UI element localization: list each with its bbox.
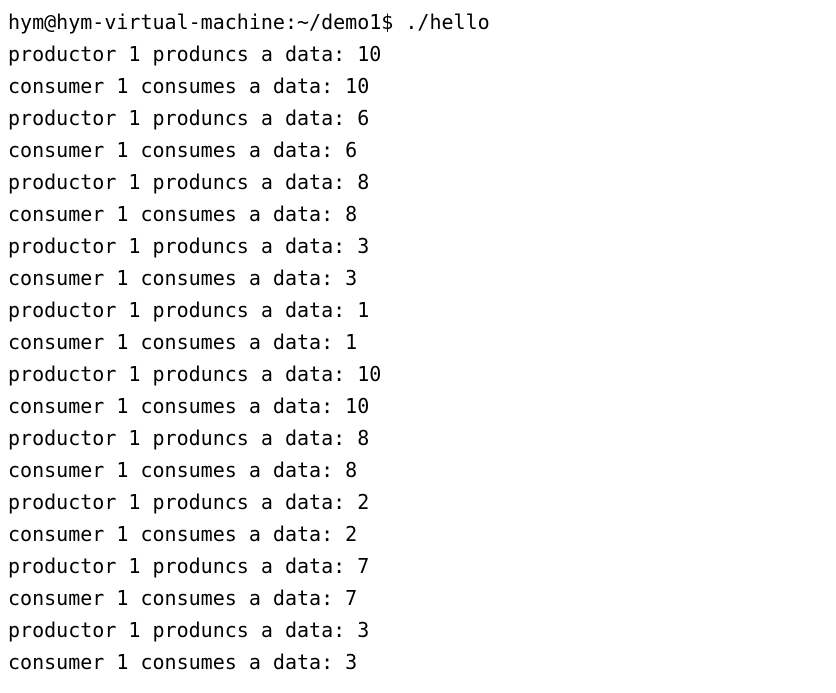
output-line: productor 1 produncs a data: 6: [8, 102, 828, 134]
output-line: consumer 1 consumes a data: 8: [8, 454, 828, 486]
output-line: productor 1 produncs a data: 7: [8, 550, 828, 582]
output-line: consumer 1 consumes a data: 6: [8, 134, 828, 166]
command-text: ./hello: [405, 10, 489, 34]
output-line: productor 1 produncs a data: 3: [8, 614, 828, 646]
output-line: consumer 1 consumes a data: 3: [8, 646, 828, 678]
output-line: productor 1 produncs a data: 1: [8, 294, 828, 326]
output-line: consumer 1 consumes a data: 3: [8, 262, 828, 294]
output-line: consumer 1 consumes a data: 10: [8, 70, 828, 102]
prompt-path: ~/demo1: [297, 10, 381, 34]
output-line: productor 1 produncs a data: 10: [8, 358, 828, 390]
output-line: productor 1 produncs a data: 8: [8, 422, 828, 454]
output-line: productor 1 produncs a data: 10: [8, 38, 828, 70]
output-line: productor 1 produncs a data: 2: [8, 486, 828, 518]
output-line: productor 1 produncs a data: 3: [8, 230, 828, 262]
output-line: consumer 1 consumes a data: 2: [8, 518, 828, 550]
output-line: consumer 1 consumes a data: 8: [8, 198, 828, 230]
output-line: consumer 1 consumes a data: 10: [8, 390, 828, 422]
output-line: consumer 1 consumes a data: 1: [8, 326, 828, 358]
output-line: consumer 1 consumes a data: 7: [8, 582, 828, 614]
terminal-output[interactable]: hym@hym-virtual-machine:~/demo1$ ./hello…: [8, 6, 828, 678]
output-line: productor 1 produncs a data: 8: [8, 166, 828, 198]
prompt-user-host: hym@hym-virtual-machine: [8, 10, 285, 34]
prompt-colon: :: [285, 10, 297, 34]
prompt-dollar: $: [381, 10, 405, 34]
prompt-line: hym@hym-virtual-machine:~/demo1$ ./hello: [8, 6, 828, 38]
